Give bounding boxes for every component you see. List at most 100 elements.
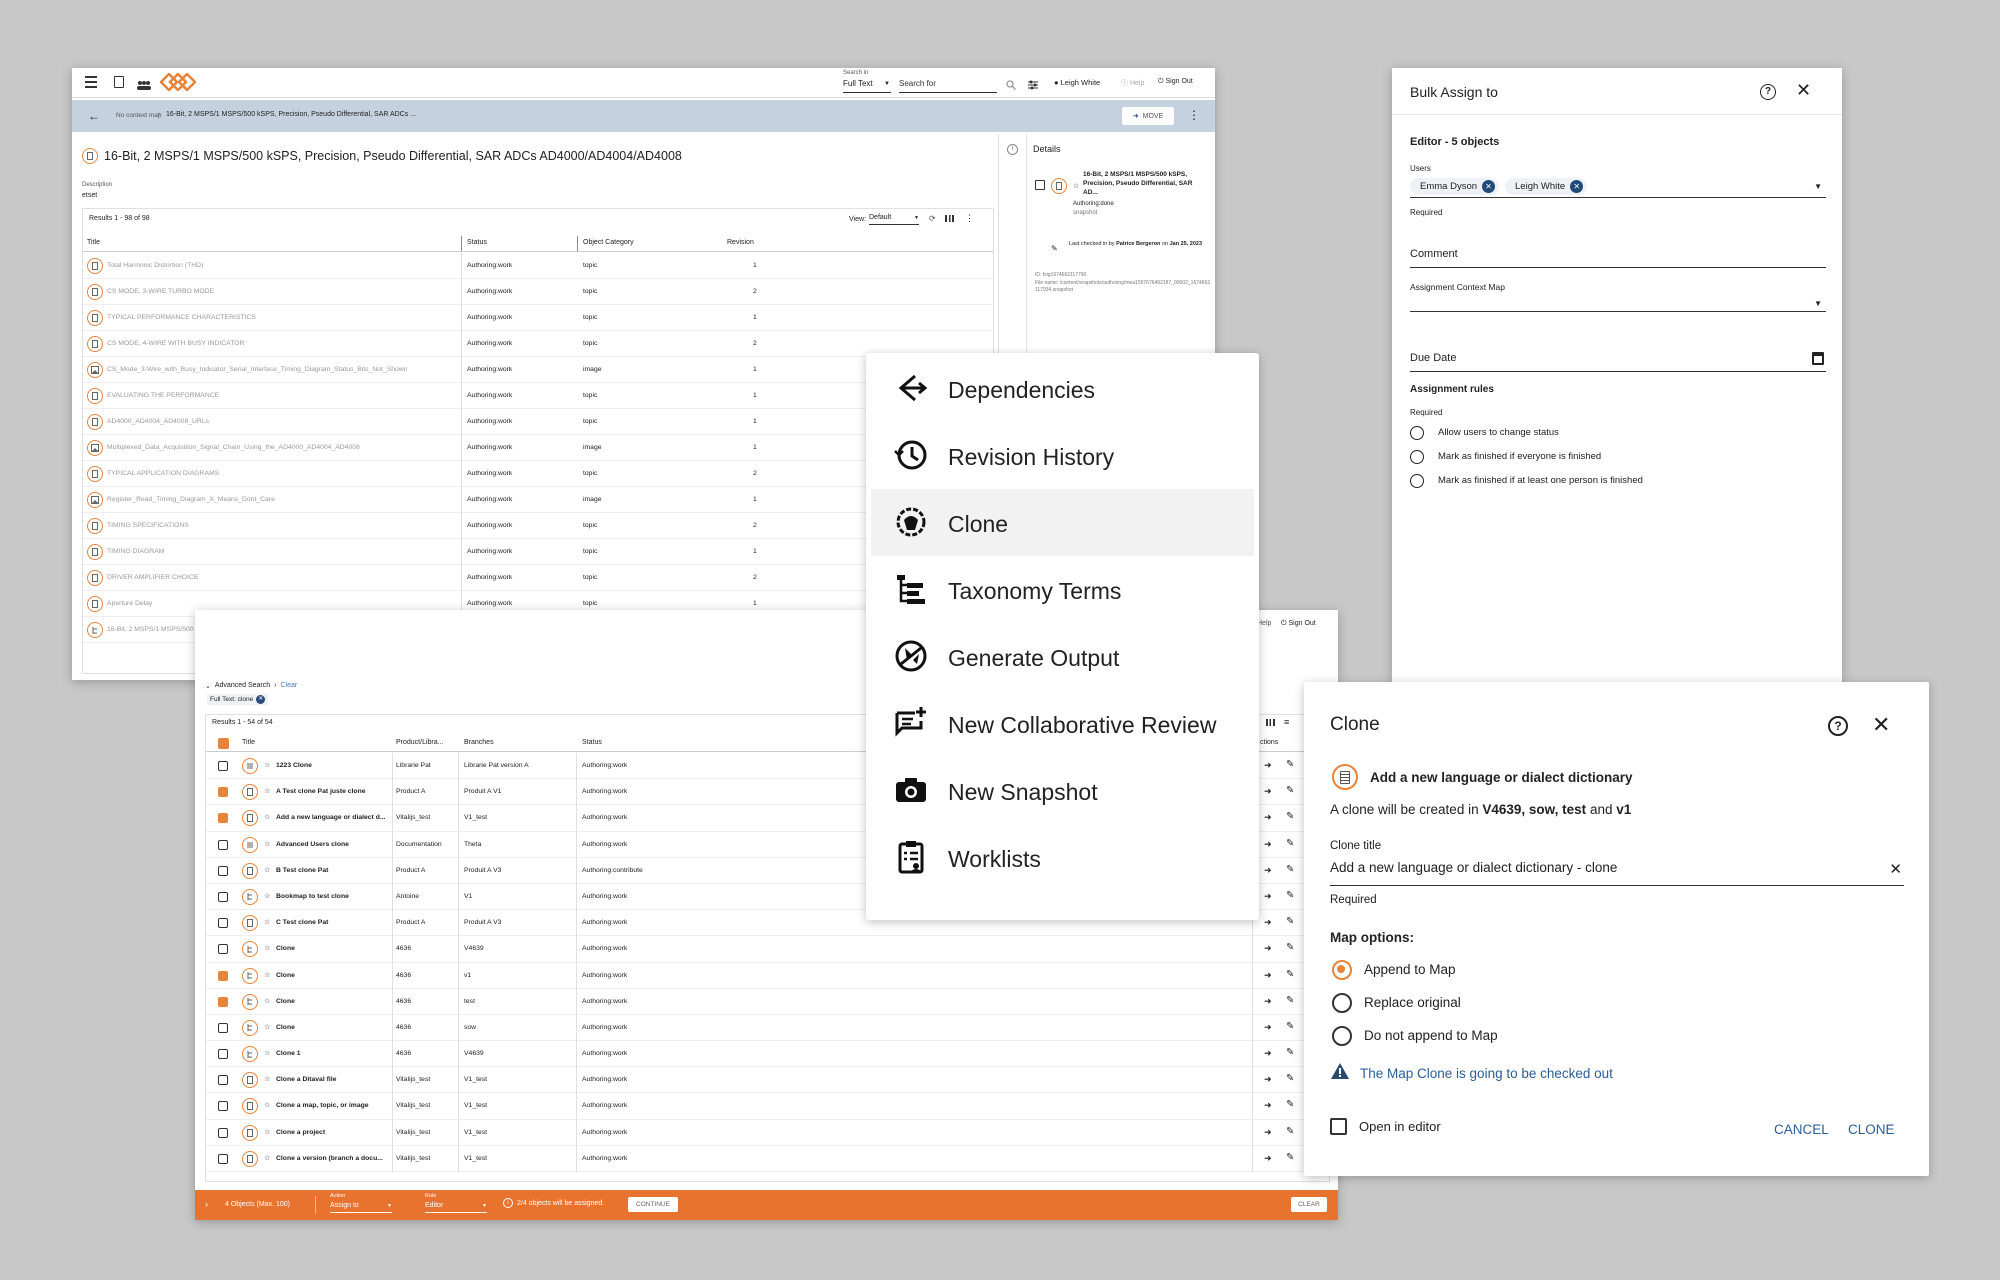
row-title[interactable]: Clone (276, 945, 295, 952)
star-icon[interactable]: ☆ (264, 1023, 270, 1031)
edit-pencil-icon[interactable]: ✎ (1286, 1021, 1294, 1032)
row-checkbox[interactable] (218, 1127, 228, 1138)
open-arrow-icon[interactable]: ➜ (1264, 1153, 1272, 1164)
map-option[interactable]: Do not append to Map (1330, 1024, 1890, 1057)
star-icon[interactable]: ☆ (264, 813, 270, 821)
row-title[interactable]: Bookmap to test clone (276, 893, 349, 900)
chevron-right-icon[interactable]: › (205, 1199, 208, 1209)
table-row[interactable]: ☆ Clone a map, topic, or image Vitalijs_… (206, 1093, 1329, 1120)
star-icon[interactable]: ☆ (264, 1049, 270, 1057)
edit-pencil-icon[interactable]: ✎ (1286, 890, 1294, 901)
edit-pencil-icon[interactable]: ✎ (1286, 864, 1294, 875)
star-icon[interactable]: ☆ (264, 892, 270, 900)
help-link[interactable]: ⓘ Help (1121, 78, 1144, 88)
row-title[interactable]: C Test clone Pat (276, 919, 328, 926)
filter-chip[interactable]: Full Text: clone ✕ (207, 694, 269, 705)
col-status[interactable]: Status (467, 239, 487, 246)
clear-input-icon[interactable]: ✕ (1889, 860, 1902, 878)
edit-pencil-icon[interactable]: ✎ (1286, 969, 1294, 980)
clear-search-link[interactable]: Clear (280, 682, 297, 690)
comment-field[interactable]: Comment (1410, 248, 1826, 268)
open-arrow-icon[interactable]: ➜ (1264, 865, 1272, 876)
table-row[interactable]: AD4000_AD4004_AD4008_URLs Authoring:work… (83, 409, 993, 435)
edit-pencil-icon[interactable]: ✎ (1286, 811, 1294, 822)
star-icon[interactable]: ☆ (264, 1154, 270, 1162)
table-row[interactable]: Multiplexed_Data_Acquisition_Signal_Chai… (83, 435, 993, 461)
breadcrumb[interactable]: 16-Bit, 2 MSPS/1 MSPS/500 kSPS, Precisio… (166, 111, 416, 118)
row-title[interactable]: 1223 Clone (276, 762, 312, 769)
star-icon[interactable]: ☆ (264, 971, 270, 979)
row-title[interactable]: TYPICAL APPLICATION DIAGRAMS (107, 470, 219, 477)
help-link[interactable]: Help (1257, 620, 1271, 627)
row-checkbox[interactable] (218, 1101, 228, 1112)
rule-option[interactable]: Mark as finished if at least one person … (1410, 472, 1830, 496)
context-map-select[interactable]: ▼ (1410, 294, 1826, 312)
star-icon[interactable]: ☆ (264, 840, 270, 848)
more-vert-icon[interactable]: ⋮ (1188, 108, 1200, 122)
view-select[interactable]: Default ▼ (869, 214, 919, 225)
table-row[interactable]: CS MODE, 3-WIRE TURBO MODE Authoring:wor… (83, 279, 993, 305)
back-arrow-icon[interactable]: ← (88, 109, 100, 123)
row-checkbox[interactable] (218, 761, 228, 771)
role-select[interactable]: Editor ▼ (425, 1202, 487, 1213)
row-title[interactable]: TIMING DIAGRAM (107, 548, 164, 555)
map-option[interactable]: Append to Map (1330, 958, 1890, 991)
col-status[interactable]: Status (582, 739, 602, 746)
row-title[interactable]: A Test clone Pat juste clone (276, 788, 366, 795)
sign-out-link[interactable]: ⏻ Sign Out (1158, 78, 1193, 86)
chip-close-icon[interactable]: ✕ (256, 695, 266, 704)
row-checkbox[interactable] (218, 970, 228, 981)
table-row[interactable]: Register_Read_Timing_Diagram_X_Means_Don… (83, 487, 993, 513)
table-row[interactable]: ☆ Clone 4636 test Authoring:work ➜ ✎ (206, 988, 1329, 1015)
row-title[interactable]: TYPICAL PERFORMANCE CHARACTERISTICS (107, 314, 256, 321)
clone-button[interactable]: CLONE (1848, 1122, 1895, 1137)
rule-radio[interactable] (1410, 474, 1424, 488)
close-icon[interactable]: ✕ (1796, 80, 1811, 101)
table-row[interactable]: ☆ Clone 4636 v1 Authoring:work ➜ ✎ (206, 962, 1329, 989)
open-arrow-icon[interactable]: ➜ (1264, 1100, 1272, 1111)
row-checkbox[interactable] (218, 865, 228, 876)
col-product[interactable]: Product/Libra... (396, 739, 443, 746)
open-arrow-icon[interactable]: ➜ (1264, 1022, 1272, 1033)
menu-item-new-snapshot[interactable]: New Snapshot (871, 757, 1254, 824)
chevron-down-icon[interactable]: ⌄ (205, 682, 211, 690)
col-actions[interactable]: ctions (1260, 739, 1278, 746)
edit-pencil-icon[interactable]: ✎ (1286, 759, 1294, 770)
row-title[interactable]: Clone a map, topic, or image (276, 1102, 369, 1109)
row-title[interactable]: Clone (276, 998, 295, 1005)
users-field[interactable]: Emma Dyson ✕ Leigh White ✕ ▼ (1410, 176, 1826, 198)
user-chip[interactable]: Leigh White ✕ (1505, 178, 1588, 195)
col-title[interactable]: Title (87, 239, 100, 246)
open-arrow-icon[interactable]: ➜ (1264, 1074, 1272, 1085)
row-title[interactable]: Clone a version (branch a docu... (276, 1155, 383, 1162)
info-icon[interactable]: i (1007, 144, 1018, 155)
star-icon[interactable]: ☆ (264, 787, 270, 795)
open-arrow-icon[interactable]: ➜ (1264, 1127, 1272, 1138)
due-date-field[interactable]: Due Date (1410, 352, 1826, 372)
rule-radio[interactable] (1410, 450, 1424, 464)
row-title[interactable]: CS MODE, 4-WIRE WITH BUSY INDICATOR (107, 340, 244, 347)
open-arrow-icon[interactable]: ➜ (1264, 786, 1272, 797)
row-title[interactable]: B Test clone Pat (276, 867, 328, 874)
user-menu[interactable]: ● Leigh White (1054, 78, 1100, 87)
action-select[interactable]: Assign to ▼ (330, 1202, 392, 1213)
edit-pencil-icon[interactable]: ✎ (1286, 1126, 1294, 1137)
row-title[interactable]: AD4000_AD4004_AD4008_URLs (107, 418, 209, 425)
filter-lines-icon[interactable]: ≡ (1284, 717, 1289, 727)
map-option-radio[interactable] (1332, 960, 1352, 980)
cancel-button[interactable]: CANCEL (1774, 1122, 1829, 1137)
row-title[interactable]: CS MODE, 3-WIRE TURBO MODE (107, 288, 214, 295)
menu-item-new-collaborative-review[interactable]: New Collaborative Review (871, 690, 1254, 757)
row-title[interactable]: TIMING SPECIFICATIONS (107, 522, 189, 529)
row-title[interactable]: Clone (276, 1024, 295, 1031)
user-chip[interactable]: Emma Dyson ✕ (1410, 178, 1500, 195)
star-icon[interactable]: ☆ (264, 944, 270, 952)
table-row[interactable]: CS_Mode_3-Wire_with_Busy_Indicator_Seria… (83, 357, 993, 383)
menu-item-dependencies[interactable]: Dependencies (871, 355, 1254, 422)
edit-pencil-icon[interactable]: ✎ (1286, 1152, 1294, 1163)
clone-title-input[interactable]: Add a new language or dialect dictionary… (1330, 860, 1904, 886)
row-checkbox[interactable] (218, 1075, 228, 1086)
open-arrow-icon[interactable]: ➜ (1264, 917, 1272, 928)
table-row[interactable]: ☆ Clone a Ditaval file Vitalijs_test V1_… (206, 1067, 1329, 1094)
open-in-editor-row[interactable]: Open in editor (1330, 1118, 1441, 1135)
